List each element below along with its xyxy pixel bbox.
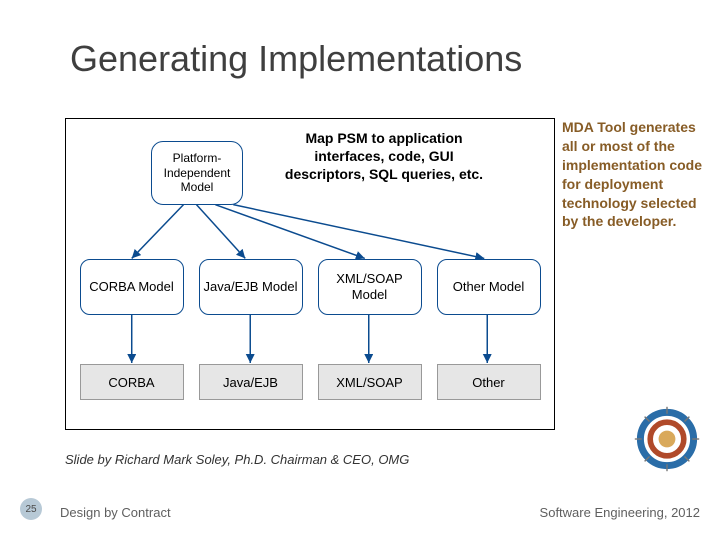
model-node-other: Other Model [437, 259, 541, 315]
right-note: MDA Tool generates all or most of the im… [562, 118, 712, 231]
pim-node: Platform-Independent Model [151, 141, 243, 205]
impl-node-other: Other [437, 364, 541, 400]
slide-credit: Slide by Richard Mark Soley, Ph.D. Chair… [65, 452, 409, 467]
slide: Generating Implementations Platform-Inde… [0, 0, 720, 540]
mda-logo-icon [632, 404, 702, 474]
slide-title: Generating Implementations [70, 38, 690, 80]
model-node-corba: CORBA Model [80, 259, 184, 315]
model-node-xmlsoap: XML/SOAP Model [318, 259, 422, 315]
model-row: CORBA Model Java/EJB Model XML/SOAP Mode… [66, 259, 554, 315]
model-node-javaejb: Java/EJB Model [199, 259, 303, 315]
impl-node-javaejb: Java/EJB [199, 364, 303, 400]
impl-node-xmlsoap: XML/SOAP [318, 364, 422, 400]
impl-row: CORBA Java/EJB XML/SOAP Other [66, 364, 554, 400]
footer-left: Design by Contract [60, 505, 171, 520]
page-number: 25 [20, 498, 42, 520]
impl-node-corba: CORBA [80, 364, 184, 400]
diagram-frame: Platform-Independent Model Map PSM to ap… [65, 118, 555, 430]
footer-right: Software Engineering, 2012 [540, 505, 700, 520]
psm-note: Map PSM to application interfaces, code,… [284, 129, 484, 184]
